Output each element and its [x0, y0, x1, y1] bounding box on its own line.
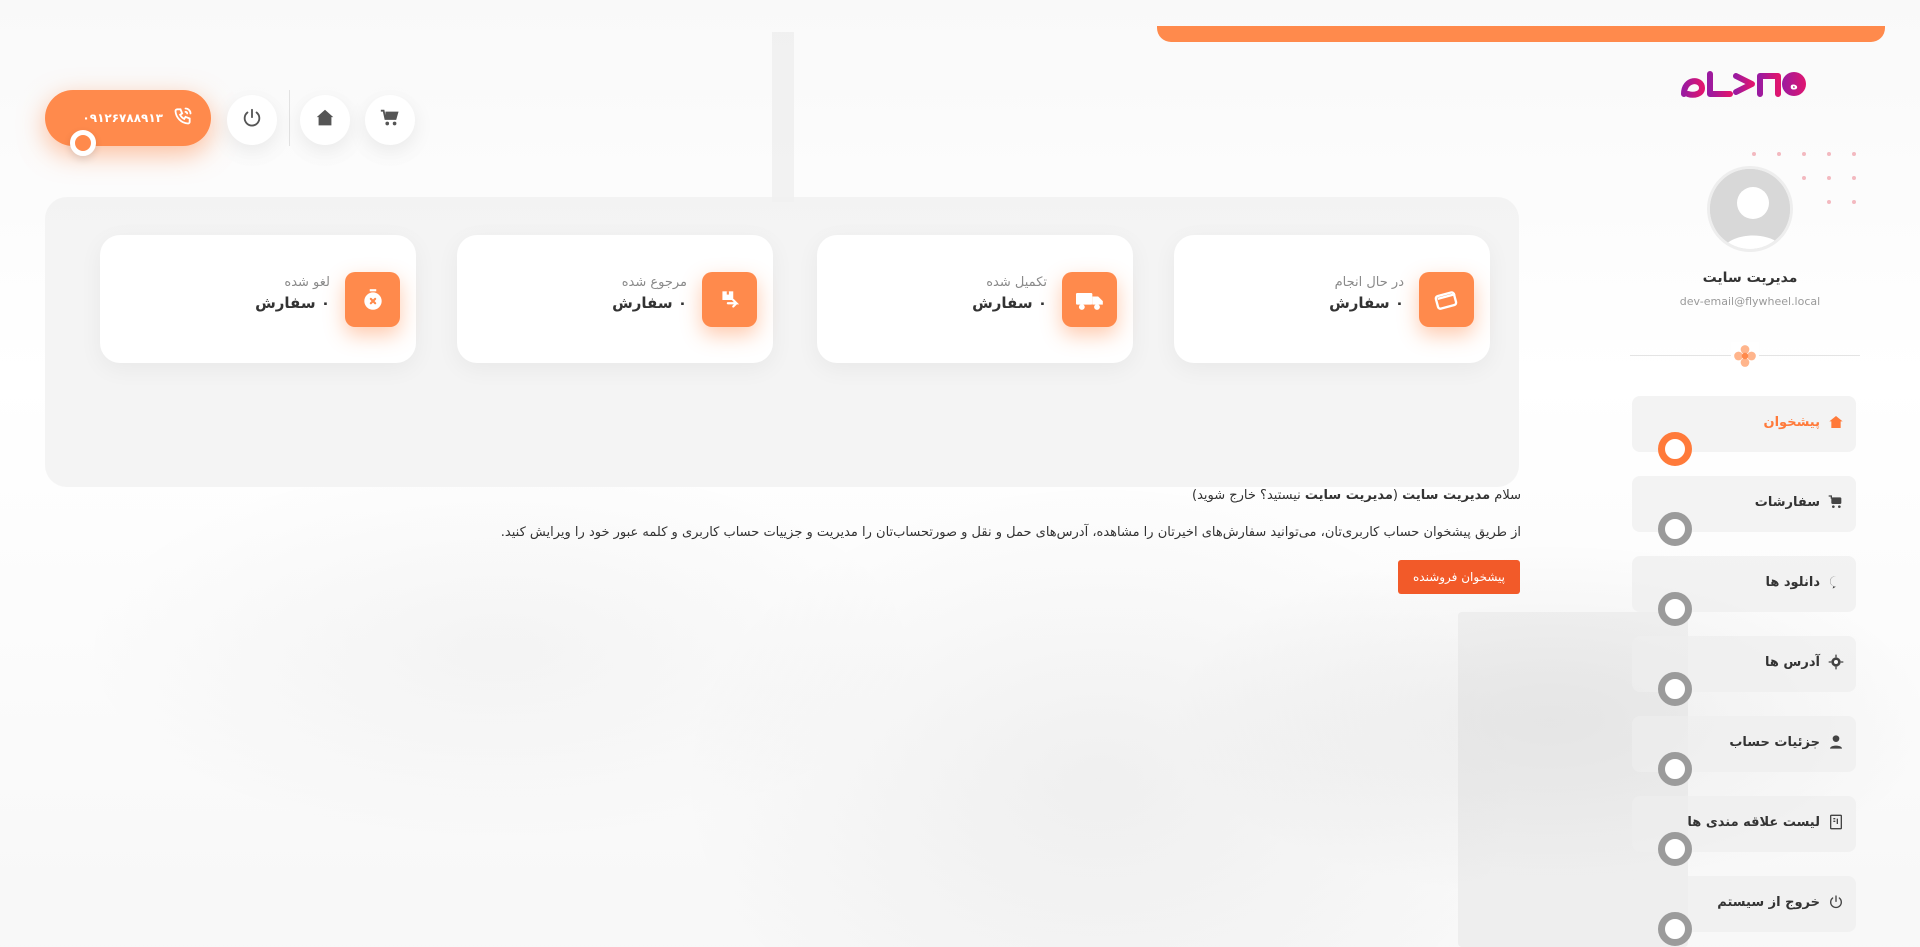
- avatar: [1707, 166, 1793, 252]
- background-decor: [772, 32, 794, 202]
- home-icon: [1828, 414, 1844, 430]
- stat-value: ۰ سفارش: [612, 294, 687, 312]
- greeting-username: مدیریت سایت: [1402, 488, 1491, 503]
- stat-label: در حال انجام: [1334, 275, 1404, 290]
- stat-label: مرجوع شده: [621, 275, 687, 290]
- sidebar-item-label: جزئیات حساب: [1729, 734, 1820, 750]
- cancel-icon: [345, 272, 400, 327]
- sidebar-item-label: آدرس ها: [1765, 654, 1820, 670]
- sidebar-item-label: دانلود ها: [1765, 574, 1820, 590]
- user-email: dev-email@flywheel.local: [1679, 295, 1821, 308]
- phone-icon: [173, 106, 193, 130]
- sidebar-item-addresses[interactable]: آدرس ها: [1632, 636, 1856, 706]
- home-button[interactable]: [300, 95, 350, 145]
- header-divider: [289, 90, 290, 146]
- logo-icon: ه: [1681, 71, 1806, 98]
- card-icon: [1419, 272, 1474, 327]
- sidebar-item-wishlist[interactable]: لیست علاقه مندی ها: [1632, 796, 1856, 866]
- home-icon: [314, 107, 336, 133]
- stat-label: لغو شده: [284, 275, 330, 290]
- stat-card-returned[interactable]: مرجوع شده ۰ سفارش: [457, 235, 773, 363]
- svg-text:ه: ه: [1790, 78, 1798, 93]
- greeting-question: نیستید؟: [1255, 488, 1305, 503]
- greeting-paren-open: (: [1392, 488, 1398, 503]
- sidebar-item-label: خروج از سیستم: [1717, 894, 1820, 910]
- sidebar-item-label: لیست علاقه مندی ها: [1687, 814, 1820, 830]
- power-icon: [241, 107, 263, 133]
- support-phone-number: ۰۹۱۲۶۷۸۸۹۱۳: [82, 111, 163, 125]
- site-logo[interactable]: ه: [1680, 64, 1810, 104]
- gear-icon: [1828, 654, 1844, 670]
- sidebar-item-toggle[interactable]: [1658, 592, 1692, 626]
- sidebar-item-label: پیشخوان: [1763, 414, 1821, 430]
- sidebar-item-toggle[interactable]: [1658, 832, 1692, 866]
- stat-value: ۰ سفارش: [972, 294, 1047, 312]
- support-phone-button[interactable]: ۰۹۱۲۶۷۸۸۹۱۳: [45, 90, 211, 156]
- power-icon: [1828, 894, 1844, 910]
- sidebar-item-toggle[interactable]: [1658, 672, 1692, 706]
- sidebar-item-label: سفارشات: [1754, 494, 1820, 510]
- sidebar-item-logout[interactable]: خروج از سیستم: [1632, 876, 1856, 946]
- stat-value: ۰ سفارش: [1329, 294, 1404, 312]
- greeting-text: سلام مدیریت سایت (مدیریت سایت نیستید؟ خا…: [1192, 488, 1521, 503]
- stat-card-processing[interactable]: در حال انجام ۰ سفارش: [1174, 235, 1490, 363]
- sidebar-item-orders[interactable]: سفارشات: [1632, 476, 1856, 546]
- greeting-hello: سلام: [1494, 488, 1521, 503]
- truck-icon: [1062, 272, 1117, 327]
- stat-label: تکمیل شده: [986, 275, 1047, 290]
- cart-button[interactable]: [365, 95, 415, 145]
- stat-card-cancelled[interactable]: لغو شده ۰ سفارش: [100, 235, 416, 363]
- flower-ornament-icon: [1731, 342, 1759, 370]
- logout-button[interactable]: [227, 95, 277, 145]
- sidebar-item-toggle[interactable]: [1658, 912, 1692, 946]
- phone-pill-dot: [70, 130, 96, 156]
- top-accent-bar: [1157, 26, 1885, 42]
- user-icon: [1828, 734, 1844, 750]
- greeting-not-username: مدیریت سایت: [1304, 488, 1393, 503]
- stat-value: ۰ سفارش: [255, 294, 330, 312]
- sidebar-item-toggle[interactable]: [1658, 512, 1692, 546]
- sidebar-item-dashboard[interactable]: پیشخوان: [1632, 396, 1856, 466]
- logout-link[interactable]: خارج شوید: [1197, 488, 1256, 503]
- chat-icon: [1828, 574, 1844, 590]
- sidebar-item-downloads[interactable]: دانلود ها: [1632, 556, 1856, 626]
- sidebar-item-toggle[interactable]: [1658, 752, 1692, 786]
- cart-icon: [1828, 494, 1844, 510]
- stat-card-completed[interactable]: تکمیل شده ۰ سفارش: [817, 235, 1133, 363]
- cart-icon: [379, 107, 401, 133]
- sidebar-item-toggle[interactable]: [1658, 432, 1692, 466]
- sidebar-item-account-details[interactable]: جزئیات حساب: [1632, 716, 1856, 786]
- vendor-dashboard-button[interactable]: پیشخوان فروشنده: [1398, 560, 1520, 594]
- return-box-icon: [702, 272, 757, 327]
- wishlist-icon: [1828, 814, 1844, 830]
- user-display-name: مدیریت سایت: [1702, 270, 1798, 286]
- dashboard-description: از طریق پیشخوان حساب کاربری‌تان، می‌توان…: [500, 525, 1521, 540]
